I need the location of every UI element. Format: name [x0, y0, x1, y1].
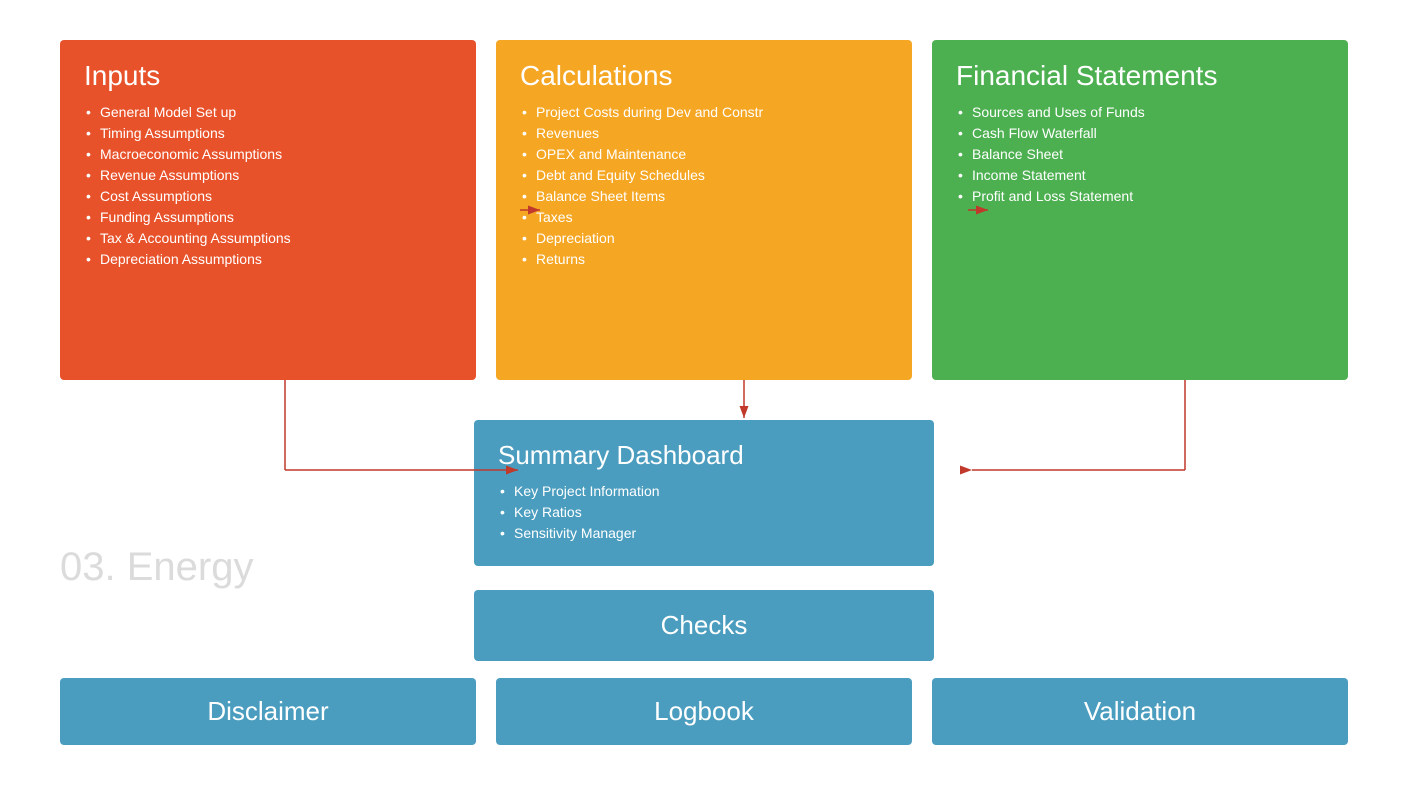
- validation-box: Validation: [932, 678, 1348, 745]
- summary-dashboard-box: Summary Dashboard Key Project Informatio…: [474, 420, 934, 566]
- calc-item-1: Project Costs during Dev and Constr: [520, 104, 888, 120]
- summary-title: Summary Dashboard: [498, 440, 910, 471]
- calc-item-8: Returns: [520, 251, 888, 267]
- inputs-list: General Model Set up Timing Assumptions …: [84, 104, 452, 267]
- calc-item-6: Taxes: [520, 209, 888, 225]
- inputs-item-1: General Model Set up: [84, 104, 452, 120]
- summary-list: Key Project Information Key Ratios Sensi…: [498, 483, 910, 541]
- checks-title: Checks: [498, 610, 910, 641]
- calc-item-5: Balance Sheet Items: [520, 188, 888, 204]
- checks-box: Checks: [474, 590, 934, 661]
- fin-item-5: Profit and Loss Statement: [956, 188, 1324, 204]
- inputs-box: Inputs General Model Set up Timing Assum…: [60, 40, 476, 380]
- fin-item-3: Balance Sheet: [956, 146, 1324, 162]
- logbook-title: Logbook: [520, 696, 888, 727]
- summary-item-3: Sensitivity Manager: [498, 525, 910, 541]
- calc-item-3: OPEX and Maintenance: [520, 146, 888, 162]
- inputs-item-5: Cost Assumptions: [84, 188, 452, 204]
- inputs-item-2: Timing Assumptions: [84, 125, 452, 141]
- calc-item-7: Depreciation: [520, 230, 888, 246]
- inputs-item-3: Macroeconomic Assumptions: [84, 146, 452, 162]
- fin-item-4: Income Statement: [956, 167, 1324, 183]
- summary-item-1: Key Project Information: [498, 483, 910, 499]
- inputs-title: Inputs: [84, 60, 452, 92]
- calculations-list: Project Costs during Dev and Constr Reve…: [520, 104, 888, 267]
- financial-title: Financial Statements: [956, 60, 1324, 92]
- watermark-label: 03. Energy: [60, 545, 253, 590]
- fin-item-2: Cash Flow Waterfall: [956, 125, 1324, 141]
- validation-title: Validation: [956, 696, 1324, 727]
- inputs-item-8: Depreciation Assumptions: [84, 251, 452, 267]
- summary-item-2: Key Ratios: [498, 504, 910, 520]
- calculations-title: Calculations: [520, 60, 888, 92]
- calculations-box: Calculations Project Costs during Dev an…: [496, 40, 912, 380]
- disclaimer-box: Disclaimer: [60, 678, 476, 745]
- financial-list: Sources and Uses of Funds Cash Flow Wate…: [956, 104, 1324, 204]
- inputs-item-4: Revenue Assumptions: [84, 167, 452, 183]
- inputs-item-7: Tax & Accounting Assumptions: [84, 230, 452, 246]
- disclaimer-title: Disclaimer: [84, 696, 452, 727]
- logbook-box: Logbook: [496, 678, 912, 745]
- inputs-item-6: Funding Assumptions: [84, 209, 452, 225]
- calc-item-2: Revenues: [520, 125, 888, 141]
- calc-item-4: Debt and Equity Schedules: [520, 167, 888, 183]
- financial-statements-box: Financial Statements Sources and Uses of…: [932, 40, 1348, 380]
- fin-item-1: Sources and Uses of Funds: [956, 104, 1324, 120]
